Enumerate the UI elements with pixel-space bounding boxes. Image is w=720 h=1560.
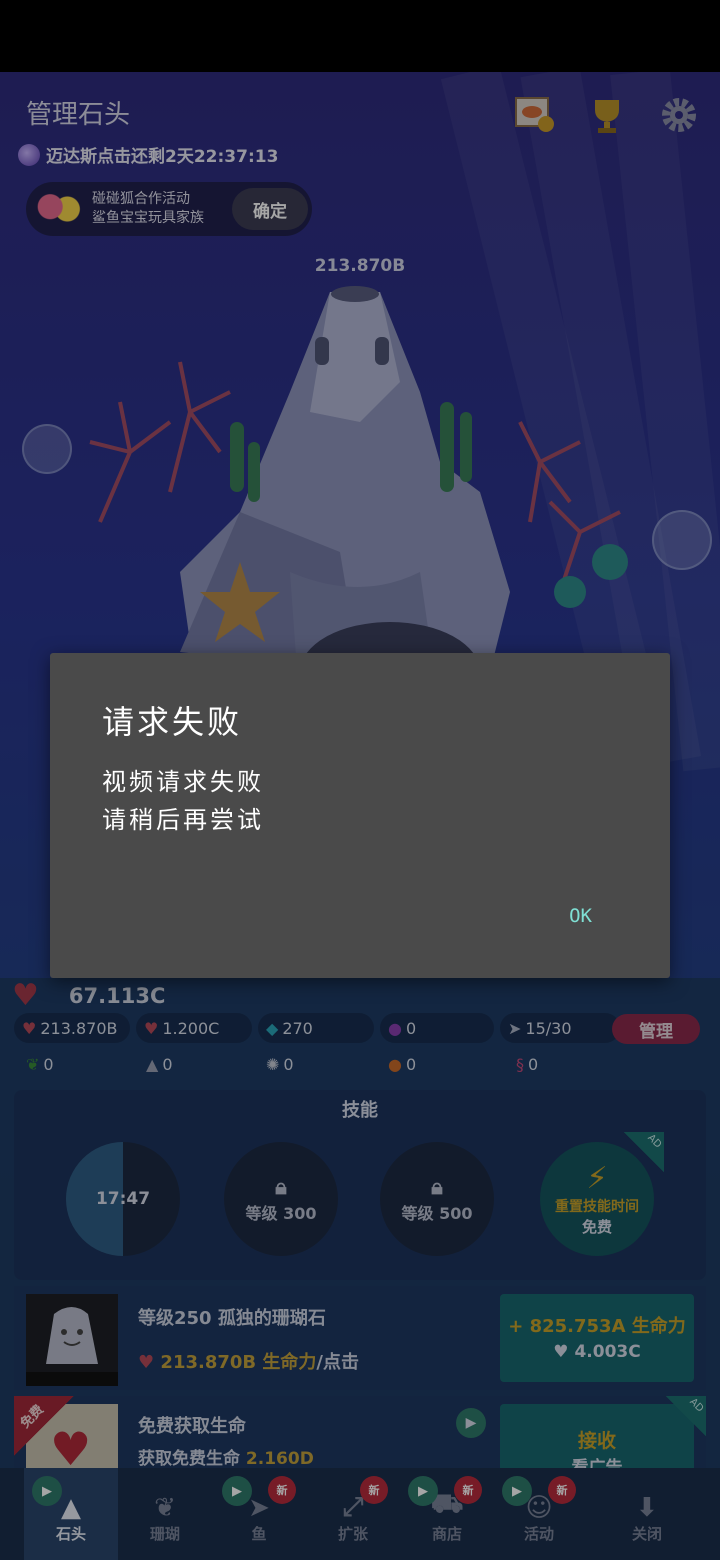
dialog-message-line-1: 视频请求失败: [102, 768, 264, 796]
error-dialog: 请求失败 视频请求失败 请稍后再尝试 OK: [50, 653, 670, 978]
dialog-message-line-2: 请稍后再尝试: [102, 806, 264, 834]
dialog-ok-button[interactable]: OK: [569, 905, 592, 927]
dialog-title: 请求失败: [102, 703, 243, 741]
dialog-message: 视频请求失败 请稍后再尝试: [102, 763, 264, 839]
